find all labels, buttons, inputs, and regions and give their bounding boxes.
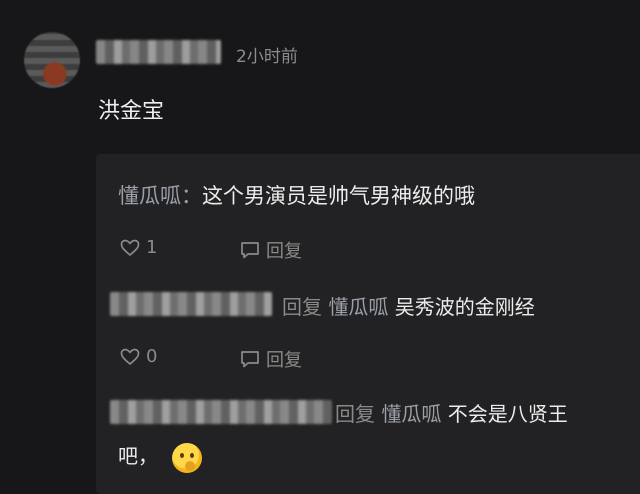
reply-text: 这个男演员是帅气男神级的哦 — [202, 184, 475, 208]
heart-icon — [120, 239, 140, 256]
reply-to-author[interactable]: 懂瓜呱 — [328, 295, 388, 319]
reply-to-label: 回复 — [335, 402, 375, 426]
reply-to-label: 回复 — [282, 295, 322, 319]
username-blurred[interactable] — [110, 292, 272, 316]
reply-button-label: 回复 — [266, 241, 302, 262]
hand-over-mouth-emoji-icon — [172, 442, 202, 473]
reply-button[interactable]: 回复 — [240, 346, 302, 372]
comment-icon — [241, 351, 259, 368]
username-blurred[interactable] — [96, 40, 221, 64]
comment-text: 洪金宝 — [98, 99, 165, 124]
reply-author[interactable]: 懂瓜呱 — [118, 184, 181, 208]
timestamp: 2小时前 — [236, 47, 298, 67]
reply-separator: ： — [181, 184, 202, 208]
like-button[interactable]: 0 — [120, 346, 157, 367]
like-button[interactable]: 1 — [120, 237, 157, 258]
reply-button[interactable]: 回复 — [240, 237, 302, 263]
reply-text: 吧， — [118, 444, 158, 468]
heart-icon — [120, 348, 140, 365]
reply-text: 不会是八贤王 — [447, 402, 568, 426]
reply-text: 吴秀波的金刚经 — [394, 295, 535, 319]
like-count: 1 — [146, 237, 158, 258]
reply-1: 懂瓜呱：这个男演员是帅气男神级的哦 — [118, 180, 475, 210]
reply-3-continued: 吧， — [118, 440, 202, 473]
avatar[interactable] — [24, 32, 80, 88]
reply-2: 回复 懂瓜呱 吴秀波的金刚经 — [282, 291, 535, 320]
comment-icon — [241, 242, 259, 259]
like-count: 0 — [146, 346, 158, 367]
reply-3: 回复 懂瓜呱 不会是八贤王 — [335, 398, 568, 427]
username-blurred[interactable] — [110, 400, 332, 424]
reply-button-label: 回复 — [266, 350, 302, 371]
reply-to-author[interactable]: 懂瓜呱 — [381, 402, 441, 426]
